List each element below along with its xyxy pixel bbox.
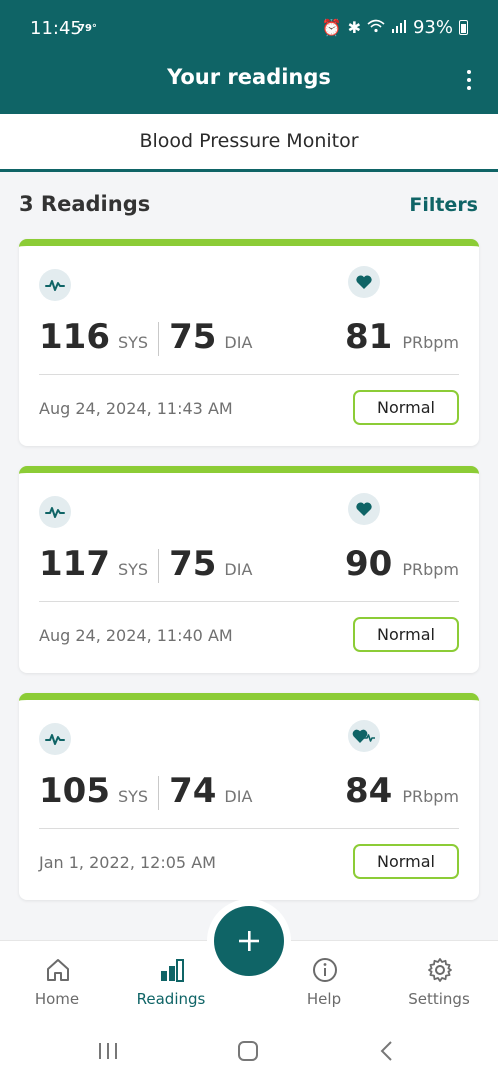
pulse-wave-icon [39,723,71,755]
add-reading-button[interactable] [214,906,284,976]
value-separator [158,549,160,583]
pulse-values: 84 PRbpm [345,771,459,811]
systolic-value: 117 [39,544,110,584]
diastolic-unit: DIA [224,560,253,579]
readings-icon [161,959,184,982]
card-divider [39,374,459,375]
tab-label: Blood Pressure Monitor [139,130,359,152]
status-badge: Normal [353,390,459,425]
systolic-unit: SYS [117,333,149,352]
blood-pressure-values: 116 SYS 75 DIA [39,317,252,361]
recent-apps-icon[interactable] [96,1040,120,1062]
page-title: Your readings [167,65,331,89]
nav-item-settings[interactable]: Settings [384,941,494,1021]
reading-date: Aug 24, 2024, 11:43 AM [39,399,233,418]
pulse-unit: PRbpm [402,560,459,579]
filters-button[interactable]: Filters [409,194,478,216]
diastolic-value: 74 [169,771,217,811]
value-separator [158,322,160,356]
reading-date: Jan 1, 2022, 12:05 AM [39,853,216,872]
gear-icon [428,958,452,982]
bluetooth-icon: ✱ [347,18,361,37]
readings-count: 3 Readings [19,192,151,216]
diastolic-unit: DIA [224,333,253,352]
top-bar: 11:45 79° ⏰ ✱ 93% Your readings [0,0,498,114]
nav-label: Readings [136,990,206,1008]
tab-blood-pressure-monitor[interactable]: Blood Pressure Monitor [0,114,498,172]
card-divider [39,828,459,829]
diastolic-unit: DIA [224,787,253,806]
status-badge: Normal [353,617,459,652]
pulse-values: 90 PRbpm [345,544,459,584]
pulse-value: 90 [345,544,393,584]
home-icon [47,959,69,981]
blood-pressure-values: 105 SYS 74 DIA [39,771,252,815]
card-divider [39,601,459,602]
alarm-icon: ⏰ [321,18,342,37]
back-icon[interactable] [376,1040,400,1062]
systolic-value: 116 [39,317,110,357]
nav-label: Home [34,990,80,1008]
nav-label: Settings [408,990,470,1008]
pulse-value: 81 [345,317,393,357]
blood-pressure-values: 117 SYS 75 DIA [39,544,252,588]
systolic-unit: SYS [117,787,149,806]
reading-card[interactable]: 116 SYS 75 DIA 81 PRbpm Aug 24, 2024, 11… [19,239,479,446]
systolic-value: 105 [39,771,110,811]
pulse-unit: PRbpm [402,333,459,352]
pulse-values: 81 PRbpm [345,317,459,357]
status-badge: Normal [353,844,459,879]
pulse-unit: PRbpm [402,787,459,806]
pulse-wave-icon [39,269,71,301]
more-options-icon[interactable] [460,68,478,92]
status-time: 11:45 [30,18,82,39]
status-temp: 79° [78,23,97,34]
diastolic-value: 75 [169,544,217,584]
info-icon [313,958,337,982]
home-button-icon[interactable] [236,1040,260,1062]
reading-card[interactable]: 105 SYS 74 DIA 84 PRbpm Jan 1, 2022, 12:… [19,693,479,900]
signal-icon [391,18,407,37]
pulse-wave-icon [39,496,71,528]
diastolic-value: 75 [169,317,217,357]
reading-card[interactable]: 117 SYS 75 DIA 90 PRbpm Aug 24, 2024, 11… [19,466,479,673]
systolic-unit: SYS [117,560,149,579]
battery-percent: 93% [412,17,453,38]
battery-icon [459,20,468,35]
heart-icon [348,493,380,525]
reading-date: Aug 24, 2024, 11:40 AM [39,626,233,645]
pulse-value: 84 [345,771,393,811]
status-icons: ⏰ ✱ 93% [322,17,468,38]
system-nav-bar [0,1020,498,1080]
nav-item-home[interactable]: Home [2,941,112,1021]
status-bar: 11:45 79° ⏰ ✱ 93% [0,0,498,58]
irregular-heartbeat-icon [348,720,380,752]
wifi-icon [367,18,385,37]
heart-icon [348,266,380,298]
value-separator [158,776,160,810]
plus-icon [239,931,259,951]
nav-label: Help [306,990,342,1008]
